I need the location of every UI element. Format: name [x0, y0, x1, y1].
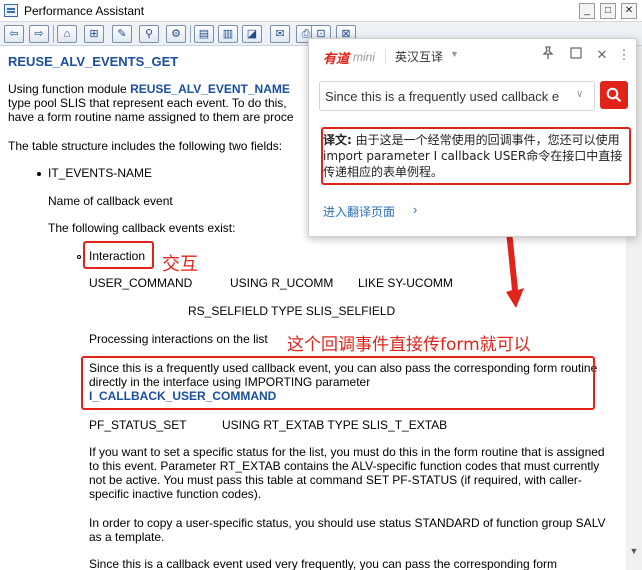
search-tool-button[interactable]: ⚲	[139, 25, 159, 43]
home-button[interactable]: ⌂	[57, 25, 77, 43]
language-selector[interactable]: 英汉互译	[395, 48, 443, 65]
pf-using: USING RT_EXTAB TYPE SLIS_T_EXTAB	[222, 418, 448, 432]
copy-status-paragraph: In order to copy a user-specific status,…	[89, 516, 606, 544]
translator-brand-suffix: mini	[353, 50, 376, 64]
restore-icon[interactable]	[567, 46, 585, 64]
close-button[interactable]: ✕	[621, 3, 637, 19]
scroll-down-icon[interactable]: ▼	[626, 544, 642, 558]
view2-button[interactable]: ▥	[218, 25, 238, 43]
bullet-ring	[77, 255, 81, 259]
rs-selfield-param: RS_SELFIELD TYPE SLIS_SELFIELD	[188, 304, 396, 318]
toolbar-separator	[190, 25, 191, 43]
field-description: Name of callback event	[48, 194, 173, 208]
field-name: IT_EVENTS-NAME	[48, 166, 153, 180]
intro-line-1: Using function module REUSE_ALV_EVENT_NA…	[8, 82, 290, 96]
header-divider	[385, 49, 386, 64]
edit-button[interactable]: ✎	[112, 25, 132, 43]
search-button[interactable]	[600, 81, 628, 109]
table-structure-text: The table structure includes the followi…	[8, 139, 283, 153]
intro-line-2: type pool SLIS that represent each event…	[8, 96, 287, 110]
back-button[interactable]: ⇦	[4, 25, 24, 43]
view1-button[interactable]: ▤	[194, 25, 214, 43]
interaction-highlight-box	[83, 241, 154, 269]
chevron-down-icon[interactable]: ∨	[576, 89, 583, 100]
app-icon	[4, 4, 18, 17]
pin-icon[interactable]	[539, 46, 557, 64]
translator-popup: 有道 mini 英汉互译 ▼ ✕ ⋮ Since this is a frequ…	[308, 38, 637, 237]
intro-line-3: have a form routine name assigned to the…	[8, 110, 294, 124]
minimize-button[interactable]: _	[579, 3, 595, 19]
translate-input[interactable]: Since this is a frequently used callback…	[319, 81, 595, 111]
pf-status-event: PF_STATUS_SET	[89, 418, 187, 432]
translator-header: 有道 mini 英汉互译 ▼ ✕ ⋮	[309, 39, 636, 73]
window-title: Performance Assistant	[24, 4, 145, 18]
translator-brand: 有道	[323, 52, 350, 67]
close-icon[interactable]: ✕	[593, 46, 611, 64]
using-ucomm: USING R_UCOMM	[230, 276, 334, 290]
doc-heading: REUSE_ALV_EVENTS_GET	[8, 54, 179, 69]
pf-status-paragraph: If you want to set a specific status for…	[89, 445, 605, 501]
search-icon	[606, 87, 622, 103]
open-translate-page-link[interactable]: 进入翻译页面	[323, 203, 395, 220]
maximize-button[interactable]: □	[600, 3, 616, 19]
chevron-down-icon[interactable]: ▼	[450, 49, 459, 59]
intro-text: Using function module	[8, 82, 131, 96]
processing-text: Processing interactions on the list	[89, 332, 268, 346]
interaction-annotation: 交互	[162, 254, 198, 275]
structure-button[interactable]: ⊞	[84, 25, 104, 43]
more-icon[interactable]: ⋮	[615, 46, 633, 64]
function-module-link[interactable]: REUSE_ALV_EVENT_NAME	[130, 82, 290, 96]
events-intro: The following callback events exist:	[48, 221, 236, 235]
title-bar: Performance Assistant _ □ ✕	[0, 0, 642, 22]
translate-input-text[interactable]: Since this is a frequently used callback…	[325, 89, 571, 104]
note-button[interactable]: ✉	[270, 25, 290, 43]
view3-button[interactable]: ◪	[242, 25, 262, 43]
chevron-right-icon[interactable]: ›	[413, 202, 417, 217]
forward-button[interactable]: ⇨	[29, 25, 49, 43]
bullet-dot	[37, 172, 41, 176]
since-highlight-box	[81, 356, 595, 410]
translation-highlight-box	[321, 127, 631, 185]
processing-annotation: 这个回调事件直接传form就可以	[287, 335, 531, 355]
user-command-event: USER_COMMAND	[89, 276, 193, 290]
settings-button[interactable]: ⚙	[166, 25, 186, 43]
last-paragraph-line: Since this is a callback event used very…	[89, 557, 558, 570]
like-ucomm: LIKE SY-UCOMM	[358, 276, 453, 290]
toolbar-separator	[53, 25, 54, 43]
